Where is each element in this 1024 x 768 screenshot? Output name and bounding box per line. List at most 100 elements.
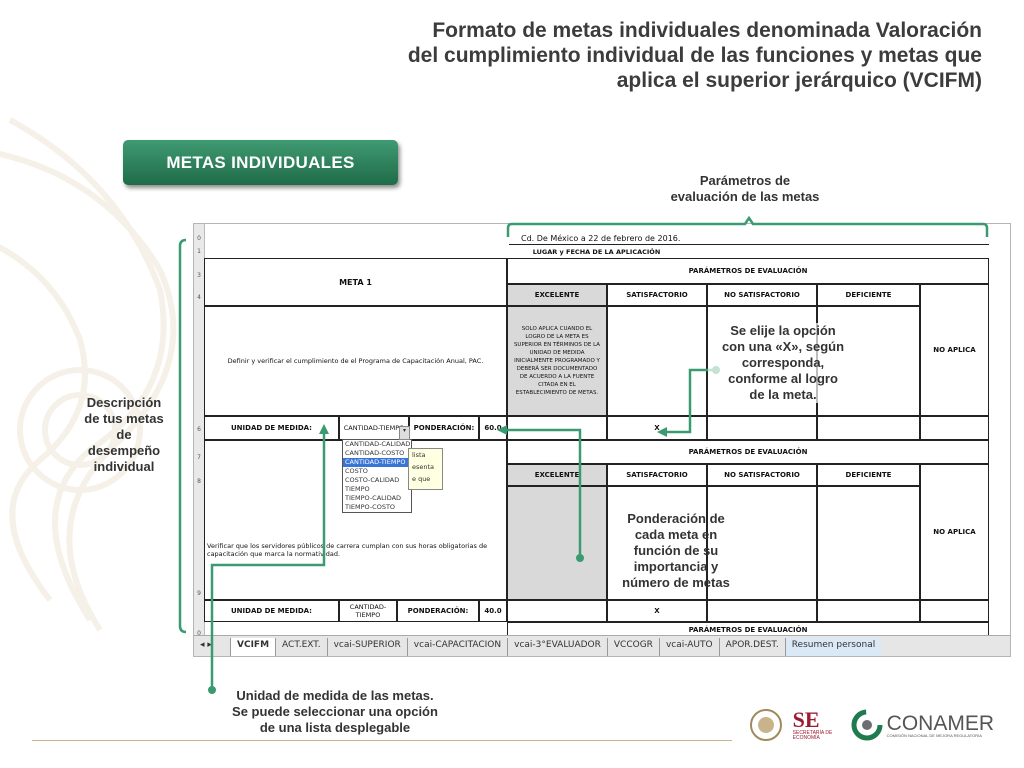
- conamer-logo-subtitle: COMISIÓN NACIONAL DE MEJORA REGULATORIA: [886, 732, 982, 738]
- ponderacion-value-1[interactable]: 60.0: [479, 416, 507, 440]
- dropdown-option[interactable]: TIEMPO-CALIDAD: [343, 494, 411, 503]
- dropdown-option[interactable]: CANTIDAD-COSTO: [343, 449, 411, 458]
- descripcion-label: Descripción de tus metas de desempeño in…: [78, 395, 170, 475]
- row-number: 1: [197, 248, 201, 255]
- dropdown-option[interactable]: COSTO: [343, 467, 411, 476]
- ponderacion-line-3: función de su: [633, 543, 719, 558]
- no-satisfactorio-mark-2[interactable]: [707, 600, 817, 622]
- satisfactorio-cell-1[interactable]: [607, 306, 707, 416]
- row-number: 6: [197, 426, 201, 433]
- tab-act-ext[interactable]: ACT.EXT.: [275, 638, 327, 656]
- title-line-1: Formato de metas individuales denominada…: [432, 19, 982, 42]
- tab-apor-dest[interactable]: APOR.DEST.: [718, 638, 785, 656]
- page-title: Formato de metas individuales denominada…: [262, 18, 982, 93]
- elije-label: Se elije la opción con una «X», según co…: [708, 323, 858, 403]
- dropdown-option[interactable]: TIEMPO-COSTO: [343, 503, 411, 512]
- row-number: 8: [197, 478, 201, 485]
- no-satisfactorio-mark-1[interactable]: [707, 416, 817, 440]
- tab-vcifm[interactable]: VCIFM: [230, 638, 276, 656]
- row-number: 7: [197, 454, 201, 461]
- no-aplica-mark-2[interactable]: [920, 600, 989, 622]
- tab-vcai-3-evaluador[interactable]: vcai-3°EVALUADOR: [507, 638, 607, 656]
- footer-divider: [32, 740, 732, 741]
- elije-line-3: corresponda,: [741, 355, 825, 370]
- dropdown-option[interactable]: COSTO-CALIDAD: [343, 476, 411, 485]
- param-header-3: PARÁMETROS DE EVALUACIÓN: [507, 622, 989, 636]
- ponderacion-label-2: PONDERACIÓN:: [397, 600, 479, 622]
- excelente-mark-2[interactable]: [507, 600, 607, 622]
- tab-nav-icon[interactable]: ◂ ▸: [194, 638, 230, 656]
- unidad-annotation: Unidad de medida de las metas. Se puede …: [205, 688, 465, 736]
- deficiente-mark-1[interactable]: [817, 416, 920, 440]
- dropdown-arrow-icon[interactable]: ▾: [399, 426, 410, 440]
- ponderacion-label-1: PONDERACIÓN:: [409, 416, 479, 440]
- metas-individuales-banner: METAS INDIVIDUALES: [123, 140, 398, 185]
- elije-line-5: de la meta.: [749, 387, 817, 402]
- excelente-mark-1[interactable]: [507, 416, 607, 440]
- sheet-tabs: ◂ ▸ VCIFM ACT.EXT. vcai-SUPERIOR vcai-CA…: [194, 635, 1010, 656]
- tooltip-line: esenta: [412, 463, 435, 471]
- tooltip-line: e que: [412, 475, 431, 483]
- tab-resumen-personal[interactable]: Resumen personal: [784, 638, 882, 656]
- parametros-line-2: evaluación de las metas: [670, 189, 820, 204]
- title-line-2: del cumplimiento individual de las funci…: [407, 44, 982, 67]
- tab-vcai-auto[interactable]: vcai-AUTO: [658, 638, 719, 656]
- title-line-3: aplica el superior jerárquico (VCIFM): [616, 69, 982, 92]
- tab-vccogr[interactable]: VCCOGR: [606, 638, 659, 656]
- meta1-description[interactable]: Definir y verificar el cumplimiento de e…: [204, 306, 507, 416]
- tooltip-line: lista: [412, 451, 426, 459]
- col-deficiente-2: DEFICIENTE: [817, 464, 920, 486]
- footer-logos: SE SECRETARÍA DE ECONOMÍA CONAMER COMISI…: [749, 702, 994, 748]
- date-line: Cd. De México a 22 de febrero de 2016.: [509, 232, 989, 245]
- no-aplica-1: NO APLICA: [920, 284, 989, 416]
- mexico-seal-icon: [749, 709, 782, 741]
- descripcion-line-4: desempeño: [87, 443, 161, 458]
- deficiente-mark-2[interactable]: [817, 600, 920, 622]
- col-no-satisfactorio-2: NO SATISFACTORIO: [707, 464, 817, 486]
- col-deficiente: DEFICIENTE: [817, 284, 920, 306]
- dropdown-option-selected[interactable]: CANTIDAD-TIEMPO: [343, 458, 411, 467]
- elije-line-2: con una «X», según: [721, 339, 845, 354]
- ponderacion-line-5: número de metas: [622, 575, 730, 590]
- param-header-1: PARÁMETROS DE EVALUACIÓN: [507, 258, 989, 284]
- cell-tooltip: lista esenta e que: [408, 448, 443, 490]
- se-logo: SE SECRETARÍA DE ECONOMÍA: [793, 709, 841, 741]
- unidad-value-2[interactable]: CANTIDAD-TIEMPO: [339, 600, 397, 622]
- conamer-logo: CONAMER COMISIÓN NACIONAL DE MEJORA REGU…: [851, 709, 994, 741]
- excelente-note: SOLO APLICA CUANDO EL LOGRO DE LA META E…: [507, 306, 607, 416]
- col-satisfactorio-2: SATISFACTORIO: [607, 464, 707, 486]
- conamer-logo-icon: [851, 709, 883, 741]
- descripcion-bracket: [178, 238, 187, 634]
- satisfactorio-mark-1[interactable]: X: [607, 416, 707, 440]
- no-aplica-mark-1[interactable]: [920, 416, 989, 440]
- ponderacion-line-4: importancia y: [633, 559, 719, 574]
- deficiente-cell-2[interactable]: [817, 486, 920, 600]
- tab-vcai-capacitacion[interactable]: vcai-CAPACITACION: [406, 638, 507, 656]
- row-number: 0: [197, 235, 201, 242]
- descripcion-line-2: de tus metas: [84, 411, 164, 426]
- unidad-label-1: UNIDAD DE MEDIDA:: [204, 416, 339, 440]
- tab-vcai-superior[interactable]: vcai-SUPERIOR: [326, 638, 407, 656]
- lugar-fecha: LUGAR y FECHA DE LA APLICACIÓN: [532, 247, 661, 256]
- spreadsheet[interactable]: 0 1 3 4 6 7 8 9 0 Cd. De México a 22 de …: [193, 223, 1011, 657]
- ponderacion-annotation: Ponderación de cada meta en función de s…: [606, 511, 746, 591]
- row-number: 3: [197, 272, 201, 279]
- unidad-dropdown-list[interactable]: CANTIDAD-CALIDAD CANTIDAD-COSTO CANTIDAD…: [342, 439, 412, 513]
- row-number: 9: [197, 590, 201, 597]
- dropdown-option[interactable]: TIEMPO: [343, 485, 411, 494]
- se-logo-subtitle: SECRETARÍA DE ECONOMÍA: [792, 730, 833, 741]
- ponderacion-line-1: Ponderación de: [627, 511, 725, 526]
- descripcion-line-3: de: [116, 427, 132, 442]
- unidad-line-3: de una lista desplegable: [259, 720, 411, 735]
- col-excelente: EXCELENTE: [507, 284, 607, 306]
- parametros-label: Parámetros de evaluación de las metas: [650, 173, 840, 205]
- descripcion-line-1: Descripción: [86, 395, 162, 410]
- se-logo-text: SE: [792, 707, 820, 732]
- no-aplica-2: NO APLICA: [920, 464, 989, 600]
- satisfactorio-mark-2[interactable]: X: [607, 600, 707, 622]
- dropdown-option[interactable]: CANTIDAD-CALIDAD: [343, 440, 411, 449]
- excelente-cell-2: [507, 486, 607, 600]
- unidad-line-1: Unidad de medida de las metas.: [236, 688, 434, 703]
- elije-line-4: conforme al logro: [728, 371, 838, 386]
- ponderacion-value-2[interactable]: 40.0: [479, 600, 507, 622]
